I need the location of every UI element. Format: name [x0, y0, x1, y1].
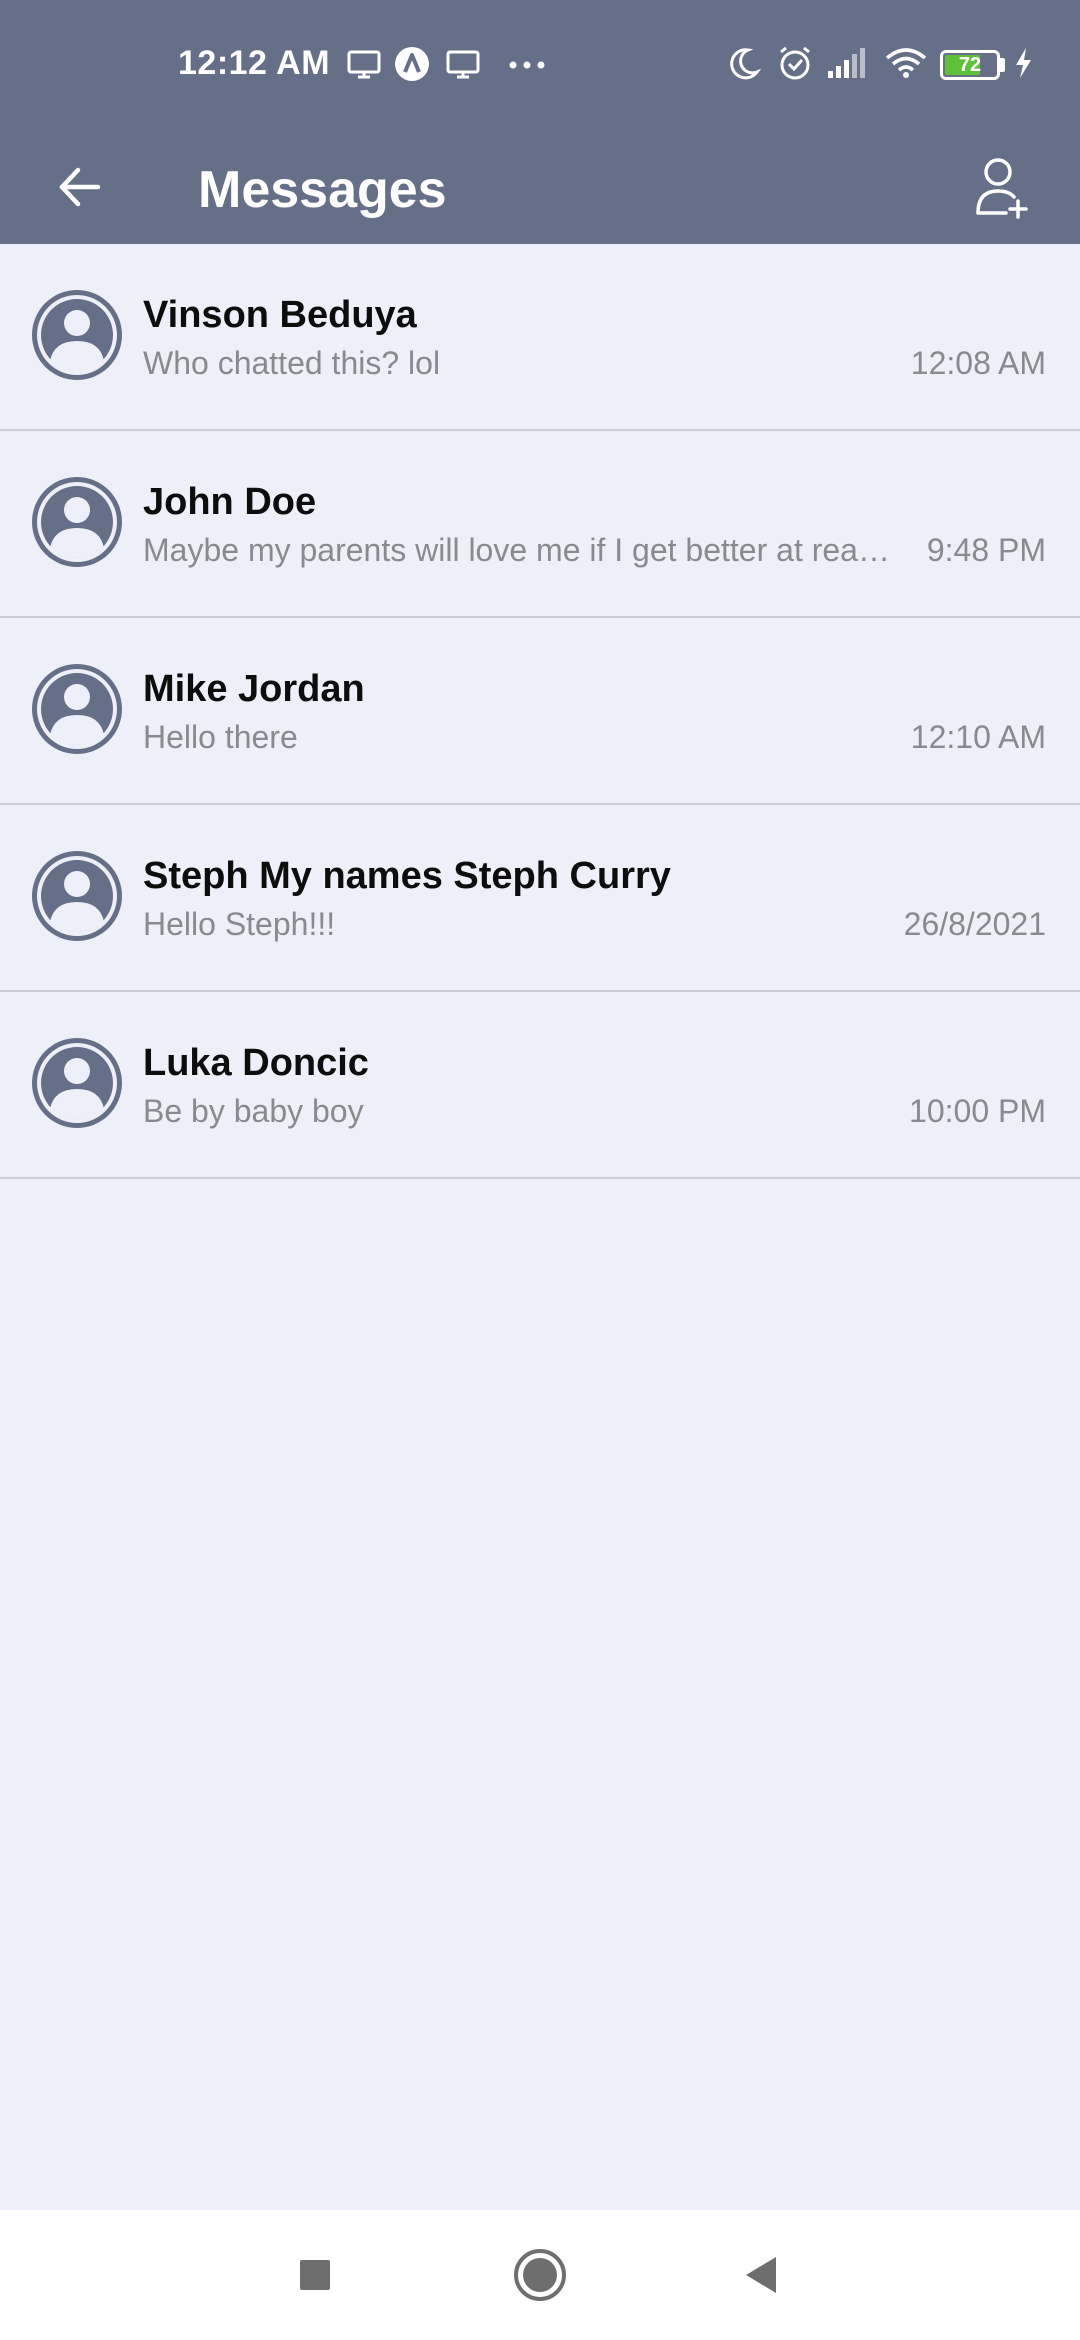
avatar-icon: [32, 851, 122, 941]
avatar-icon: [32, 1038, 122, 1128]
moon-icon: [726, 44, 762, 82]
back-triangle-icon: [746, 2257, 776, 2293]
add-person-icon: [976, 158, 1028, 219]
message-time: 12:08 AM: [910, 345, 1046, 381]
message-preview: Maybe my parents will love me if I get b…: [143, 532, 891, 568]
message-list-item[interactable]: Mike Jordan Hello there 12:10 AM: [0, 618, 1080, 805]
recents-square-icon: [300, 2260, 330, 2290]
battery-level: 72: [958, 54, 982, 76]
message-time: 10:00 PM: [909, 1093, 1046, 1129]
contact-name: Luka Doncic: [143, 1042, 369, 1084]
message-time: 26/8/2021: [903, 906, 1046, 942]
message-list-item[interactable]: Vinson Beduya Who chatted this? lol 12:0…: [0, 244, 1080, 431]
avatar-icon: [32, 477, 122, 567]
message-list-item[interactable]: John Doe Maybe my parents will love me i…: [0, 431, 1080, 618]
status-time: 12:12 AM: [178, 44, 331, 82]
page-title: Messages: [198, 161, 447, 219]
message-preview: Who chatted this? lol: [143, 345, 441, 381]
recents-button[interactable]: [280, 2240, 350, 2310]
monitor-icon: [346, 44, 382, 82]
message-preview: Hello there: [143, 719, 298, 755]
more-dots-icon: [508, 44, 548, 82]
message-list-item[interactable]: Luka Doncic Be by baby boy 10:00 PM: [0, 992, 1080, 1179]
contact-name: Vinson Beduya: [143, 294, 417, 336]
signal-icon: [826, 44, 866, 82]
message-list: Vinson Beduya Who chatted this? lol 12:0…: [0, 244, 1080, 1179]
wifi-icon: [884, 44, 928, 82]
message-preview: Be by baby boy: [143, 1093, 364, 1129]
navigation-bar: [0, 2210, 1080, 2340]
alarm-icon: [776, 44, 814, 82]
message-preview: Hello Steph!!!: [143, 906, 336, 942]
home-button[interactable]: [505, 2240, 575, 2310]
arrow-left-icon: [59, 167, 101, 207]
home-circle-icon: [514, 2249, 566, 2301]
battery-nub: [1000, 58, 1005, 72]
avatar-icon: [32, 290, 122, 380]
message-list-item[interactable]: Steph My names Steph Curry Hello Steph!!…: [0, 805, 1080, 992]
charging-icon: [1012, 44, 1036, 82]
avatar-icon: [32, 664, 122, 754]
a-circle-icon: [393, 44, 431, 82]
battery-icon: 72: [940, 50, 1000, 80]
status-bar: 12:12 AM 72: [0, 0, 1080, 130]
add-contact-button[interactable]: [968, 150, 1038, 226]
nav-back-button[interactable]: [725, 2240, 795, 2310]
app-bar: Messages: [0, 130, 1080, 244]
message-time: 12:10 AM: [910, 719, 1046, 755]
back-button[interactable]: [44, 152, 114, 222]
monitor-icon: [445, 44, 481, 82]
contact-name: Mike Jordan: [143, 668, 365, 710]
contact-name: John Doe: [143, 481, 317, 523]
contact-name: Steph My names Steph Curry: [143, 855, 671, 897]
message-time: 9:48 PM: [926, 532, 1046, 568]
